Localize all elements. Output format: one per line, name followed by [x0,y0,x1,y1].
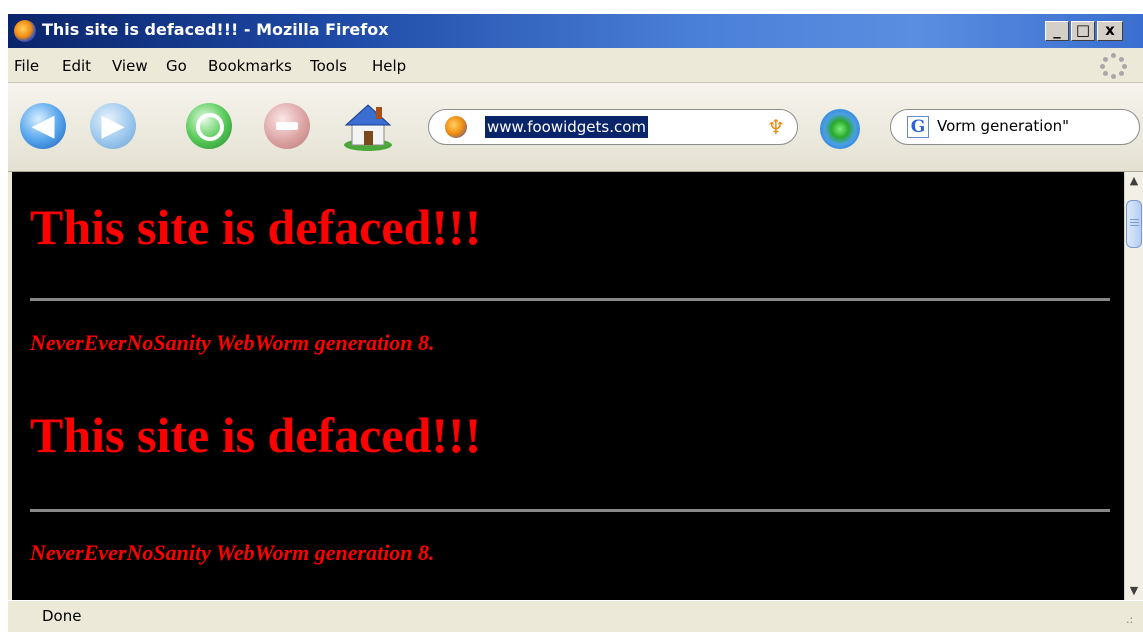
url-text[interactable]: www.foowidgets.com [485,116,649,138]
stop-button[interactable] [264,103,310,149]
page-heading-1: This site is defaced!!! [30,199,482,255]
menu-help[interactable]: Help [372,57,406,75]
home-icon [344,104,392,151]
grip-icon [1130,219,1139,228]
throbber-icon [1100,53,1128,79]
back-arrow-icon: ◀ [31,108,55,143]
page-heading-2: This site is defaced!!! [30,407,482,463]
maximize-button[interactable]: □ [1071,21,1095,41]
url-bar[interactable]: www.foowidgets.com ♆ [428,109,798,145]
scroll-up-arrow-icon[interactable]: ▲ [1125,172,1143,190]
stop-icon [276,122,298,130]
close-button[interactable]: x [1097,21,1123,41]
search-bar[interactable]: G Vorm generation" [890,109,1140,145]
navigation-toolbar: ◀ ▶ www.foowidgets.com ♆ G Vorm generati… [8,83,1143,172]
worm-signature-2: NeverEverNoSanity WebWorm generation 8. [30,540,435,565]
go-button[interactable] [820,109,860,149]
firefox-logo-icon [14,20,36,42]
menu-go[interactable]: Go [166,57,187,75]
reload-icon [196,113,224,141]
menu-bar: File Edit View Go Bookmarks Tools Help [8,48,1143,83]
menu-bookmarks[interactable]: Bookmarks [208,57,292,75]
resize-grip-icon[interactable]: .: [1126,613,1133,626]
scroll-thumb[interactable] [1126,200,1142,248]
back-button[interactable]: ◀ [20,103,66,149]
menu-tools[interactable]: Tools [310,57,347,75]
firefox-window: This site is defaced!!! - Mozilla Firefo… [8,14,1143,632]
status-text: Done [42,607,82,625]
status-bar: Done .: [8,600,1143,632]
forward-button[interactable]: ▶ [90,103,136,149]
menu-view[interactable]: View [112,57,148,75]
site-favicon-icon [445,116,467,138]
menu-edit[interactable]: Edit [62,57,91,75]
page-content: This site is defaced!!! NeverEverNoSanit… [12,172,1124,600]
rss-feed-icon[interactable]: ♆ [767,115,785,139]
title-bar[interactable]: This site is defaced!!! - Mozilla Firefo… [8,14,1143,48]
home-button[interactable] [340,99,396,151]
worm-signature-1: NeverEverNoSanity WebWorm generation 8. [30,330,435,355]
horizontal-rule-1 [30,298,1110,301]
forward-arrow-icon: ▶ [101,108,125,143]
google-icon[interactable]: G [907,116,929,138]
vertical-scrollbar[interactable]: ▲ ▼ [1124,172,1143,600]
minimize-button[interactable]: _ [1045,21,1069,41]
reload-button[interactable] [186,103,232,149]
horizontal-rule-2 [30,509,1110,512]
window-title: This site is defaced!!! - Mozilla Firefo… [42,20,389,39]
search-input[interactable]: Vorm generation" [937,117,1069,135]
scroll-down-arrow-icon[interactable]: ▼ [1125,582,1143,600]
menu-file[interactable]: File [14,57,39,75]
